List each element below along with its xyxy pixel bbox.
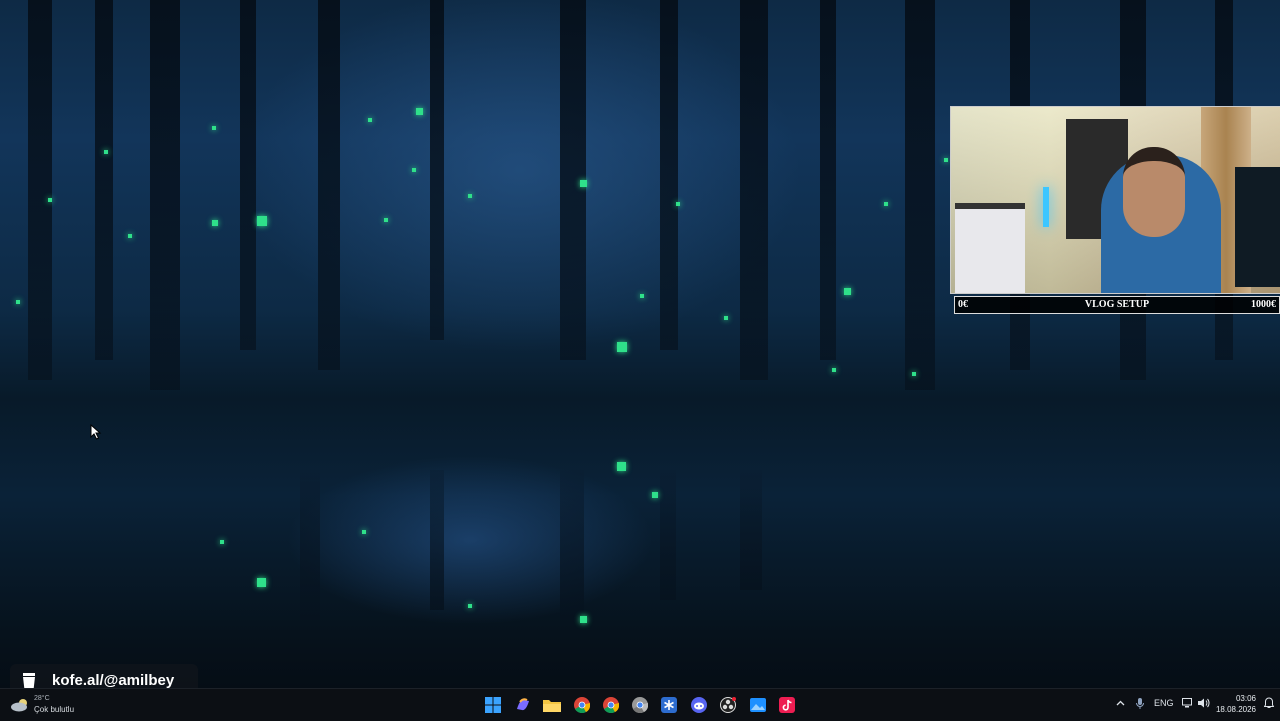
- firefly: [912, 372, 916, 376]
- firefly: [676, 202, 680, 206]
- tree-trunk: [430, 0, 444, 340]
- kofe-link-banner: kofe.al/@amilbey: [10, 664, 198, 688]
- weather-temperature: 28°C: [34, 695, 50, 702]
- firefly: [617, 462, 626, 471]
- firefly: [257, 216, 267, 226]
- firefly: [640, 294, 644, 298]
- firefly: [580, 616, 587, 623]
- firefly: [468, 604, 472, 608]
- firefly: [844, 288, 851, 295]
- language-indicator[interactable]: ENG: [1154, 698, 1174, 708]
- weather-widget[interactable]: 28°C Çok bulutlu: [10, 692, 100, 718]
- firefly: [257, 578, 266, 587]
- tree-trunk: [28, 0, 52, 380]
- firefly: [16, 300, 20, 304]
- firefly: [212, 126, 216, 130]
- snowflake-app-icon[interactable]: [659, 695, 679, 715]
- taskbar: 28°C Çok bulutlu ENG 03:06 18.08.2026: [0, 688, 1280, 721]
- microphone-icon[interactable]: [1136, 698, 1144, 711]
- system-tray: ENG 03:06 18.08.2026: [1110, 689, 1280, 721]
- firefly: [368, 118, 372, 122]
- goal-title: VLOG SETUP: [1084, 299, 1150, 310]
- tree-reflection: [300, 470, 320, 620]
- firefly: [362, 530, 366, 534]
- firefly: [212, 220, 218, 226]
- coffee-cup-icon: [20, 671, 38, 688]
- goal-end-value: 1000€: [1251, 299, 1276, 310]
- firefly: [220, 540, 224, 544]
- tree-trunk: [240, 0, 256, 350]
- kofe-link-text: kofe.al/@amilbey: [52, 672, 175, 688]
- firefly: [580, 180, 587, 187]
- obs-studio-icon[interactable]: [718, 695, 738, 715]
- weather-description: Çok bulutlu: [34, 705, 75, 714]
- firefly: [468, 194, 472, 198]
- firefly: [884, 202, 888, 206]
- tree-trunk: [660, 0, 678, 350]
- clock-time: 03:06: [1235, 694, 1256, 703]
- firefly: [652, 492, 658, 498]
- firefly: [416, 108, 423, 115]
- discord-icon[interactable]: [689, 695, 709, 715]
- photos-icon[interactable]: [748, 695, 768, 715]
- firefly: [384, 218, 388, 222]
- tree-trunk: [95, 0, 113, 360]
- firefly: [412, 168, 416, 172]
- donation-goal-bar: 0€ VLOG SETUP 1000€: [954, 296, 1280, 314]
- chevron-up-icon[interactable]: [1116, 698, 1125, 708]
- firefly: [832, 368, 836, 372]
- firefly: [128, 234, 132, 238]
- tree-reflection: [430, 470, 444, 610]
- clock-date: 18.08.2026: [1215, 705, 1256, 714]
- firefly: [724, 316, 728, 320]
- firefly: [104, 150, 108, 154]
- tree-trunk: [150, 0, 180, 390]
- desktop-wallpaper[interactable]: 0€ VLOG SETUP 1000€ kofe.al/@amilbey: [0, 0, 1280, 688]
- tree-trunk: [318, 0, 340, 370]
- chrome-icon-3[interactable]: [630, 695, 650, 715]
- firefly: [48, 198, 52, 202]
- chrome-icon[interactable]: [572, 695, 592, 715]
- cloud-moon-icon: [10, 698, 30, 717]
- network-icon[interactable]: [1182, 698, 1194, 710]
- tiktok-icon[interactable]: [777, 695, 797, 715]
- tree-reflection: [660, 470, 676, 600]
- file-explorer-icon[interactable]: [542, 695, 562, 715]
- tree-reflection: [740, 470, 762, 590]
- start-icon[interactable]: [483, 695, 503, 715]
- tree-trunk: [740, 0, 768, 380]
- webcam-overlay: 0€ VLOG SETUP 1000€: [950, 106, 1280, 316]
- forest-background: [0, 0, 1280, 688]
- notification-bell-icon[interactable]: [1263, 697, 1275, 711]
- firefly: [944, 158, 948, 162]
- copilot-icon[interactable]: [513, 695, 533, 715]
- webcam-feed: [950, 106, 1280, 294]
- chrome-icon-2[interactable]: [601, 695, 621, 715]
- clock[interactable]: 03:06 18.08.2026: [1216, 693, 1256, 715]
- tree-trunk: [820, 0, 836, 360]
- volume-icon[interactable]: [1198, 698, 1210, 710]
- tree-reflection: [560, 470, 584, 620]
- tree-trunk: [905, 0, 935, 390]
- firefly: [617, 342, 627, 352]
